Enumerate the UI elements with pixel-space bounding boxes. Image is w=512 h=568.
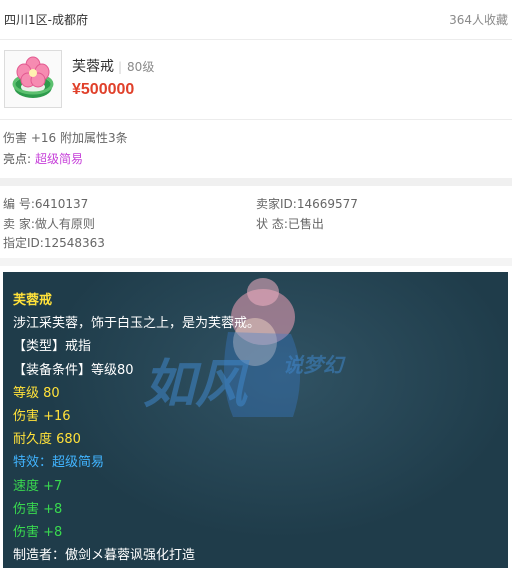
highlight-label: 亮点: [3,152,32,166]
item-price: ¥500000 [72,81,135,98]
server-name: 四川1区-成都府 [4,13,88,27]
svg-text:说梦幻: 说梦幻 [283,353,346,377]
tooltip-title: 芙蓉戒 [13,293,53,308]
highlight-value: 超级简易 [35,152,84,166]
tooltip-damage: 伤害 +16 [13,409,71,425]
tooltip-requirement: 【装备条件】等级80 [13,362,134,378]
tooltip-damage-bonus: 伤害 +8 [13,501,63,517]
tooltip-description: 涉江采芙蓉，饰于白玉之上，是为芙蓉戒。 [13,316,261,332]
serial-number: 编 号:6410137 [3,197,89,211]
tooltip-level: 等级 80 [13,385,60,401]
jade-ring-with-flower-icon[interactable] [4,50,62,108]
divider [0,119,512,120]
sale-status: 状 态:已售出 [256,217,324,231]
separator: | [118,60,123,74]
item-card[interactable]: 芙蓉戒 | 80级 ¥500000 [0,44,512,116]
item-level: 80级 [127,60,155,74]
section-gap [0,258,512,266]
favorites-count[interactable]: 364人收藏 [449,11,508,28]
tooltip-maker: 制造者：傲剑メ暮蓉讽强化打造 [13,548,196,564]
tooltip-speed-bonus: 速度 +7 [13,478,63,494]
tooltip-effect: 特效：超级简易 [13,455,105,471]
tooltip-durability: 耐久度 680 [13,432,81,448]
tooltip-type: 【类型】戒指 [13,339,92,355]
tooltip-damage-bonus: 伤害 +8 [13,525,63,541]
item-tooltip: 如风 说梦幻 芙蓉戒 涉江采芙蓉，饰于白玉之上，是为芙蓉戒。 【类型】戒指 【装… [3,272,508,568]
header-bar: 四川1区-成都府 364人收藏 [0,0,512,40]
attribute-summary: 伤害 +16 附加属性3条 [3,131,128,145]
tooltip-lines: 芙蓉戒 涉江采芙蓉，饰于白玉之上，是为芙蓉戒。 【类型】戒指 【装备条件】等级8… [13,289,260,567]
assigned-id: 指定ID:12548363 [3,236,105,250]
highlight-row: 亮点: 超级简易 [3,150,83,167]
seller-name: 卖 家:做人有原则 [3,217,95,231]
section-gap [0,178,512,186]
seller-id: 卖家ID:14669577 [256,197,358,211]
item-title: 芙蓉戒 | 80级 [72,56,154,76]
item-name: 芙蓉戒 [72,59,114,75]
